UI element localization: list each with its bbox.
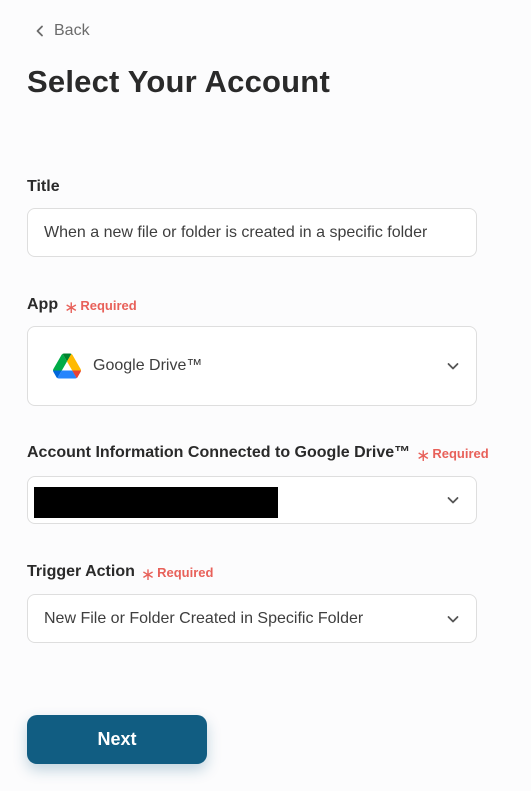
app-select[interactable]: Google Drive™ xyxy=(27,326,477,406)
title-label: Title xyxy=(27,178,60,196)
trigger-label: Trigger Action ∗ Required xyxy=(27,563,214,584)
asterisk-icon: ∗ xyxy=(64,297,79,317)
trigger-required-badge: ∗ Required xyxy=(140,564,214,584)
trigger-select[interactable]: New File or Folder Created in Specific F… xyxy=(27,594,477,643)
google-drive-icon xyxy=(53,353,81,379)
next-button[interactable]: Next xyxy=(27,715,207,764)
app-label-text: App xyxy=(27,296,59,313)
chevron-left-icon xyxy=(36,25,43,37)
title-input-value: When a new file or folder is created in … xyxy=(44,223,428,241)
back-label: Back xyxy=(54,22,90,39)
page-title: Select Your Account xyxy=(27,64,330,99)
select-account-page: Back Select Your Account Title When a ne… xyxy=(0,0,531,791)
account-required-badge: ∗ Required xyxy=(416,445,489,465)
chevron-down-icon xyxy=(447,363,459,370)
redacted-account-value xyxy=(34,487,278,518)
trigger-select-value: New File or Folder Created in Specific F… xyxy=(44,609,364,627)
account-label-text: Account Information Connected to Google … xyxy=(27,444,411,461)
account-required-text: Required xyxy=(432,445,489,461)
title-input[interactable]: When a new file or folder is created in … xyxy=(27,208,477,257)
asterisk-icon: ∗ xyxy=(416,445,431,465)
back-link[interactable]: Back xyxy=(34,22,90,40)
app-required-badge: ∗ Required xyxy=(64,297,137,317)
title-label-text: Title xyxy=(27,178,60,195)
chevron-down-icon xyxy=(447,497,459,504)
trigger-label-text: Trigger Action xyxy=(27,563,135,580)
asterisk-icon: ∗ xyxy=(140,564,156,584)
trigger-required-text: Required xyxy=(157,564,214,580)
app-label: App ∗ Required xyxy=(27,296,137,317)
account-select[interactable] xyxy=(27,476,477,524)
app-select-value: Google Drive™ xyxy=(93,357,203,374)
app-required-text: Required xyxy=(80,297,137,313)
account-label: Account Information Connected to Google … xyxy=(27,444,489,465)
chevron-down-icon xyxy=(447,615,459,622)
